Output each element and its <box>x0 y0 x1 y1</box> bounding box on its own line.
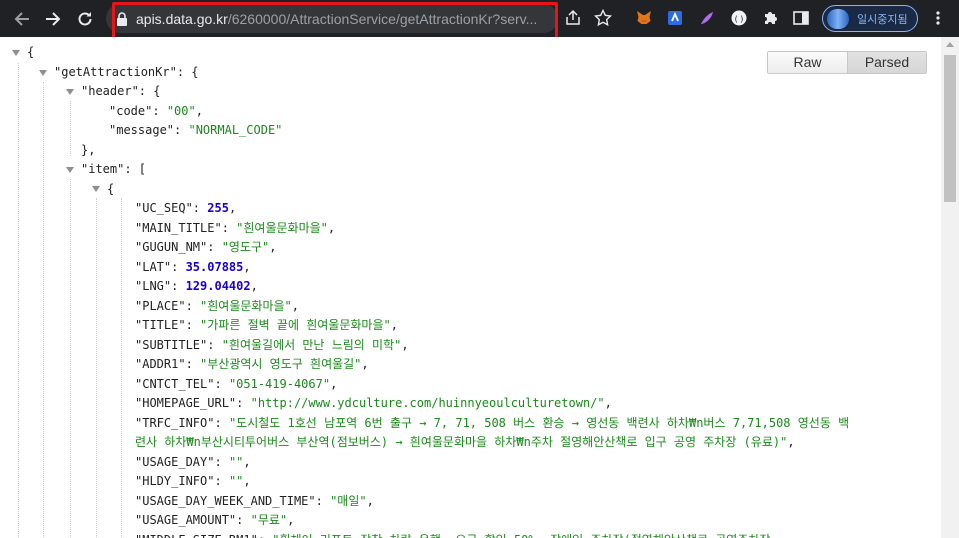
extension-blue-icon[interactable] <box>664 7 686 29</box>
scroll-thumb[interactable] <box>944 55 956 202</box>
json-line: "getAttractionKr": { <box>54 65 199 79</box>
json-field-line: "TITLE": "가파른 절벽 끝에 흰여울문화마을", <box>135 318 398 332</box>
json-field-line: "TRFC_INFO": "도시철도 1호선 남포역 6번 출구 → 7, 71… <box>135 416 850 430</box>
vertical-scrollbar[interactable] <box>941 37 959 538</box>
json-brace: }, <box>81 143 96 157</box>
bookmark-star-icon[interactable] <box>592 7 614 29</box>
json-line: "item": [ <box>81 162 147 176</box>
scroll-up-arrow-icon[interactable] <box>946 42 954 47</box>
forward-arrow-icon[interactable] <box>38 4 68 34</box>
json-field-line: "LNG": 129.04402, <box>135 279 258 293</box>
reload-icon[interactable] <box>70 4 100 34</box>
json-field-line: "ADDR1": "부산광역시 영도구 흰여울길", <box>135 357 369 371</box>
json-field-line: "USAGE_AMOUNT": "무료", <box>135 513 295 527</box>
page-content: { "getAttractionKr": { "header": { "code… <box>0 37 941 538</box>
json-field-line: "UC_SEQ": 255, <box>135 201 237 215</box>
json-field-line: "USAGE_DAY": "", <box>135 455 251 469</box>
json-brace: { <box>107 182 115 196</box>
url-text[interactable]: apis.data.go.kr/6260000/AttractionServic… <box>136 11 537 27</box>
share-icon[interactable] <box>562 7 584 29</box>
json-field-line: "LAT": 35.07885, <box>135 260 251 274</box>
json-brace: { <box>27 45 35 59</box>
extension-circle-icon[interactable]: ( ) <box>728 7 750 29</box>
collapse-toggle-icon[interactable] <box>66 167 74 173</box>
feather-extension-icon[interactable] <box>696 7 718 29</box>
json-field-line: "CNTCT_TEL": "051-419-4067", <box>135 377 338 391</box>
collapse-toggle-icon[interactable] <box>92 186 100 192</box>
metamask-fox-icon[interactable] <box>633 7 655 29</box>
avatar <box>827 8 849 29</box>
raw-parsed-toggle: Raw Parsed <box>767 51 927 74</box>
collapse-toggle-icon[interactable] <box>39 70 47 76</box>
json-field-line: 련사 하차₩n부산시티투어버스 부산역(점보버스) → 흰여울문화마을 하차₩n… <box>135 435 795 449</box>
back-arrow-icon[interactable] <box>7 4 37 34</box>
collapse-toggle-icon[interactable] <box>66 89 74 95</box>
lock-icon[interactable] <box>116 11 128 26</box>
indent-guide <box>43 82 44 538</box>
json-field-line: "HLDY_INFO": "", <box>135 474 251 488</box>
kebab-menu-icon[interactable] <box>927 7 949 29</box>
puzzle-extensions-icon[interactable] <box>759 7 781 29</box>
json-field-line: "MAIN_TITLE": "흰여울문화마을", <box>135 221 336 235</box>
indent-guide <box>96 198 97 538</box>
address-bar[interactable]: apis.data.go.kr/6260000/AttractionServic… <box>106 4 558 33</box>
json-field-line: "SUBTITLE": "흰여울길에서 만난 느림의 미학", <box>135 338 409 352</box>
json-line: "code": "00", <box>109 104 203 118</box>
json-field-line: "USAGE_DAY_WEEK_AND_TIME": "매일", <box>135 494 374 508</box>
side-panel-icon[interactable] <box>790 7 812 29</box>
json-field-line: "PLACE": "흰여울문화마을", <box>135 299 299 313</box>
profile-status-label: 일시중지됨 <box>857 12 908 26</box>
json-line: "message": "NORMAL_CODE" <box>109 123 283 137</box>
raw-button[interactable]: Raw <box>768 52 848 73</box>
svg-text:( ): ( ) <box>735 15 744 24</box>
json-field-line: "HOMEPAGE_URL": "http://www.ydculture.co… <box>135 396 612 410</box>
json-field-line: "MIDDLE_SIZE_RM1": "휠체어 리프트 장착 차량 운행, 요금… <box>135 531 770 538</box>
json-field-line: "GUGUN_NM": "영도구", <box>135 240 277 254</box>
indent-guide <box>121 198 122 538</box>
parsed-button[interactable]: Parsed <box>848 52 926 73</box>
indent-guide <box>70 101 71 156</box>
json-line: "header": { <box>81 84 161 98</box>
indent-guide <box>18 63 19 538</box>
browser-toolbar: apis.data.go.kr/6260000/AttractionServic… <box>0 0 959 44</box>
indent-guide <box>70 179 71 538</box>
profile-button[interactable]: 일시중지됨 <box>822 5 918 32</box>
collapse-toggle-icon[interactable] <box>12 50 20 56</box>
